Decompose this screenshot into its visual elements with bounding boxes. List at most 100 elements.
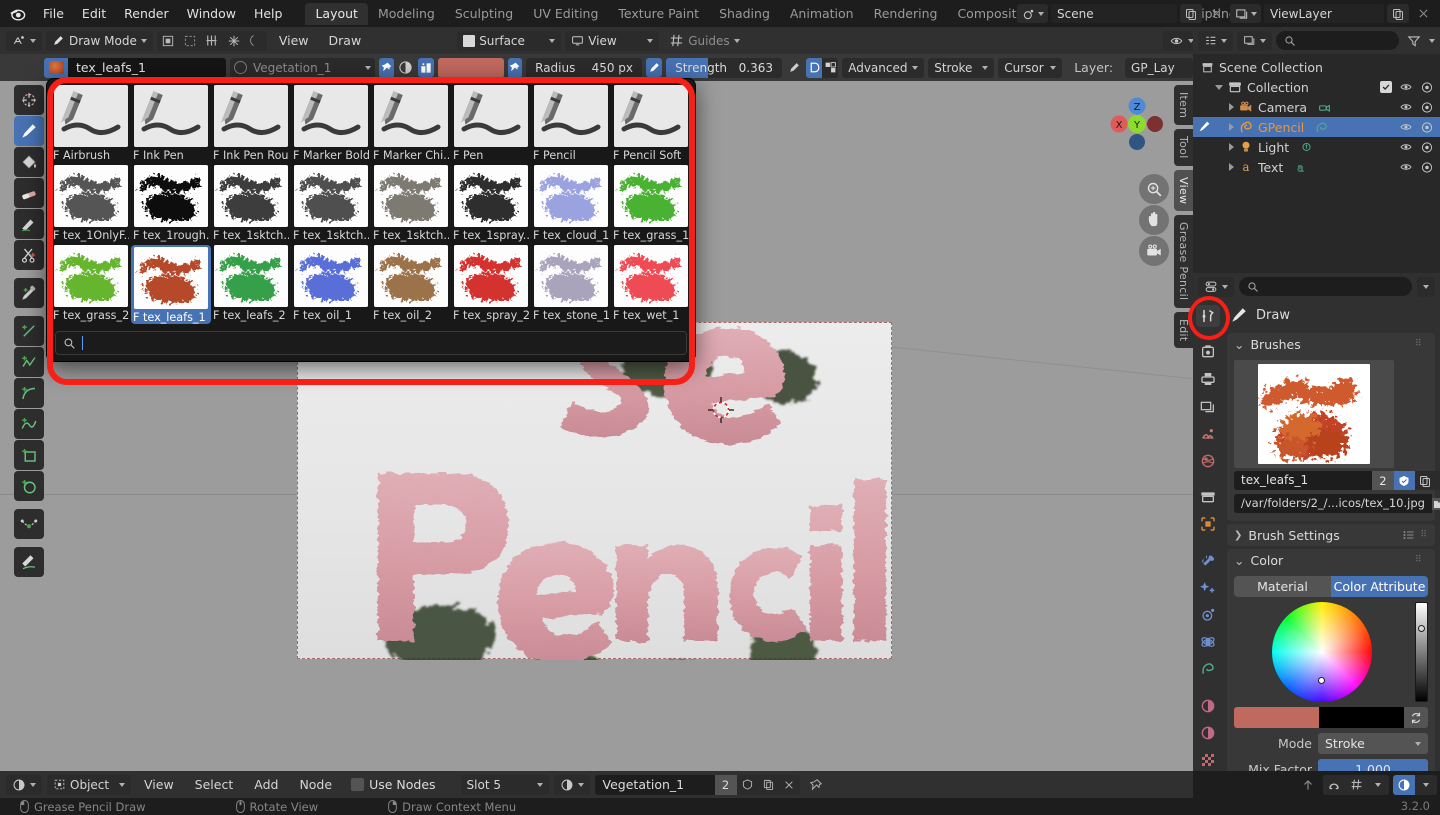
box-tool[interactable] — [14, 440, 44, 470]
node-snap-chevron-icon[interactable] — [1367, 775, 1389, 795]
brush-item[interactable]: F tex_wet_1 — [611, 245, 691, 324]
node-node-menu[interactable]: Node — [291, 775, 340, 795]
sidebar-tab-item[interactable]: Item — [1174, 85, 1193, 126]
brush-color-swatch[interactable] — [437, 57, 504, 78]
brush-item[interactable]: F tex_stone_1 — [531, 245, 611, 324]
mode-selector[interactable]: Draw Mode — [46, 30, 153, 51]
menu-render[interactable]: Render — [115, 4, 178, 24]
line-tool[interactable] — [14, 316, 44, 346]
workspace-tab-rendering[interactable]: Rendering — [864, 3, 948, 25]
render-visibility-toggle[interactable] — [1420, 81, 1434, 94]
tweak-tool[interactable] — [14, 85, 44, 115]
brush-item[interactable]: F tex_leafs_1 — [131, 245, 211, 324]
gpencil-toggles-group[interactable] — [156, 30, 267, 51]
brush-settings-panel-header[interactable]: ❯ Brush Settings ⠿ — [1227, 524, 1435, 546]
visibility-toggle[interactable] — [1399, 121, 1413, 133]
outliner-editor-type-button[interactable] — [1198, 30, 1233, 51]
brush-item[interactable]: F Pencil — [531, 85, 611, 162]
primary-color-swatch[interactable] — [1234, 707, 1319, 728]
material-selector[interactable]: Vegetation_1 — [230, 57, 375, 78]
value-slider[interactable] — [1415, 602, 1428, 702]
stroke-dropdown[interactable]: Stroke — [928, 57, 995, 78]
advanced-dropdown[interactable]: Advanced — [842, 57, 925, 78]
post-processing-icon[interactable] — [822, 58, 838, 78]
node-material-users[interactable]: 2 — [714, 774, 737, 795]
workspace-tab-uv-editing[interactable]: UV Editing — [523, 3, 608, 25]
node-snap-magnet-icon[interactable] — [1323, 775, 1345, 795]
cutter-tool[interactable] — [14, 240, 44, 270]
brush-users-count[interactable]: 2 — [1371, 471, 1394, 490]
brush-item[interactable]: F Airbrush — [51, 85, 131, 162]
properties-material-tab[interactable] — [1196, 722, 1220, 744]
render-visibility-toggle[interactable] — [1420, 101, 1434, 114]
disclosure-triangle-icon[interactable] — [1229, 163, 1234, 171]
texture-file-path[interactable]: /var/folders/2_/...icos/tex_10.jpg — [1234, 494, 1432, 513]
sidebar-tab-edit[interactable]: Edit — [1174, 311, 1193, 349]
pin-material-button[interactable] — [379, 57, 394, 78]
color-wheel[interactable] — [1272, 602, 1372, 702]
circle-tool[interactable] — [14, 471, 44, 501]
menu-window[interactable]: Window — [178, 4, 245, 24]
outliner-search-input[interactable] — [1276, 31, 1399, 50]
brush-datablock-name[interactable]: tex_leafs_1 — [1234, 471, 1372, 490]
workspace-tab-sculpting[interactable]: Sculpting — [445, 3, 523, 25]
zoom-view-button[interactable] — [1139, 174, 1169, 204]
onion-skin-icon[interactable] — [201, 31, 223, 51]
outliner-row-gpencil[interactable]: GPencil — [1193, 117, 1440, 137]
brush-selector[interactable]: tex_leafs_1 — [44, 57, 226, 78]
properties-output-tab[interactable] — [1196, 368, 1220, 390]
fill-tool[interactable] — [14, 147, 44, 177]
interpolate-tool[interactable] — [14, 509, 44, 539]
swap-colors-button[interactable] — [1404, 707, 1428, 728]
node-fake-user-button[interactable] — [736, 774, 758, 795]
shader-type-dropdown[interactable]: Object — [47, 774, 131, 795]
node-unlink-button[interactable] — [778, 774, 800, 795]
stroke-placement-dropdown[interactable]: Surface — [457, 30, 562, 51]
brush-item[interactable]: F Marker Chi... — [371, 85, 451, 162]
brush-name-field[interactable]: tex_leafs_1 — [68, 57, 226, 78]
node-snapping-group[interactable] — [1323, 774, 1389, 795]
gpencil-data-icon[interactable] — [1315, 121, 1328, 134]
use-nodes-toggle[interactable]: Use Nodes — [345, 777, 441, 792]
selection-mask-icon[interactable] — [179, 31, 201, 51]
outliner-row-text[interactable]: a Text a — [1193, 157, 1440, 177]
stroke-placement-icon[interactable] — [157, 31, 179, 51]
scene-name-field[interactable]: Scene — [1051, 4, 1177, 23]
brush-preview[interactable] — [1234, 360, 1394, 468]
disclosure-triangle-icon[interactable] — [1215, 84, 1223, 90]
node-editor-type-button[interactable] — [6, 774, 42, 795]
brush-item[interactable]: F tex_1rough... — [131, 165, 211, 242]
outliner-display-mode-button[interactable] — [1237, 30, 1272, 51]
properties-physics-tab[interactable] — [1196, 631, 1220, 653]
brush-item[interactable]: F tex_1spray... — [451, 165, 531, 242]
node-overlays-group[interactable] — [1393, 774, 1437, 795]
node-snap-target-icon[interactable] — [1345, 775, 1367, 795]
mode-dropdown[interactable]: Stroke — [1318, 733, 1428, 754]
arc-tool[interactable] — [14, 378, 44, 408]
scene-browse-icon[interactable] — [1017, 4, 1048, 23]
brush-item[interactable]: F tex_grass_2 — [51, 245, 131, 324]
radius-pressure-button[interactable] — [646, 58, 663, 77]
brush-item[interactable]: F tex_1sktch... — [291, 165, 371, 242]
menu-file[interactable]: File — [34, 4, 73, 24]
secondary-color-swatch[interactable] — [1319, 707, 1404, 728]
properties-world-tab[interactable] — [1196, 450, 1220, 472]
annotate-tool[interactable] — [14, 547, 44, 577]
stabilizer-group[interactable] — [806, 57, 839, 78]
properties-options-button[interactable] — [1417, 276, 1435, 297]
brush-item[interactable]: F tex_leafs_2 — [211, 245, 291, 324]
sidebar-tab-grease-pencil[interactable]: Grease Pencil — [1174, 215, 1193, 308]
brush-item[interactable]: F tex_grass_1 — [611, 165, 691, 242]
collection-checkbox[interactable] — [1380, 81, 1392, 93]
node-overlay-icon[interactable] — [1393, 774, 1415, 795]
menu-edit[interactable]: Edit — [73, 4, 115, 24]
tab-color-attribute[interactable]: Color Attribute — [1331, 576, 1428, 597]
navigation-gizmo[interactable]: X Z Y — [1103, 90, 1171, 158]
curve-tool[interactable] — [14, 409, 44, 439]
editor-type-button[interactable] — [6, 30, 42, 51]
render-visibility-toggle[interactable] — [1420, 121, 1434, 134]
blender-logo-icon[interactable] — [0, 0, 34, 27]
properties-render-tab[interactable] — [1196, 341, 1220, 363]
brush-item[interactable]: F Pencil Soft — [611, 85, 691, 162]
brush-item[interactable]: F Ink Pen Rou — [211, 85, 291, 162]
